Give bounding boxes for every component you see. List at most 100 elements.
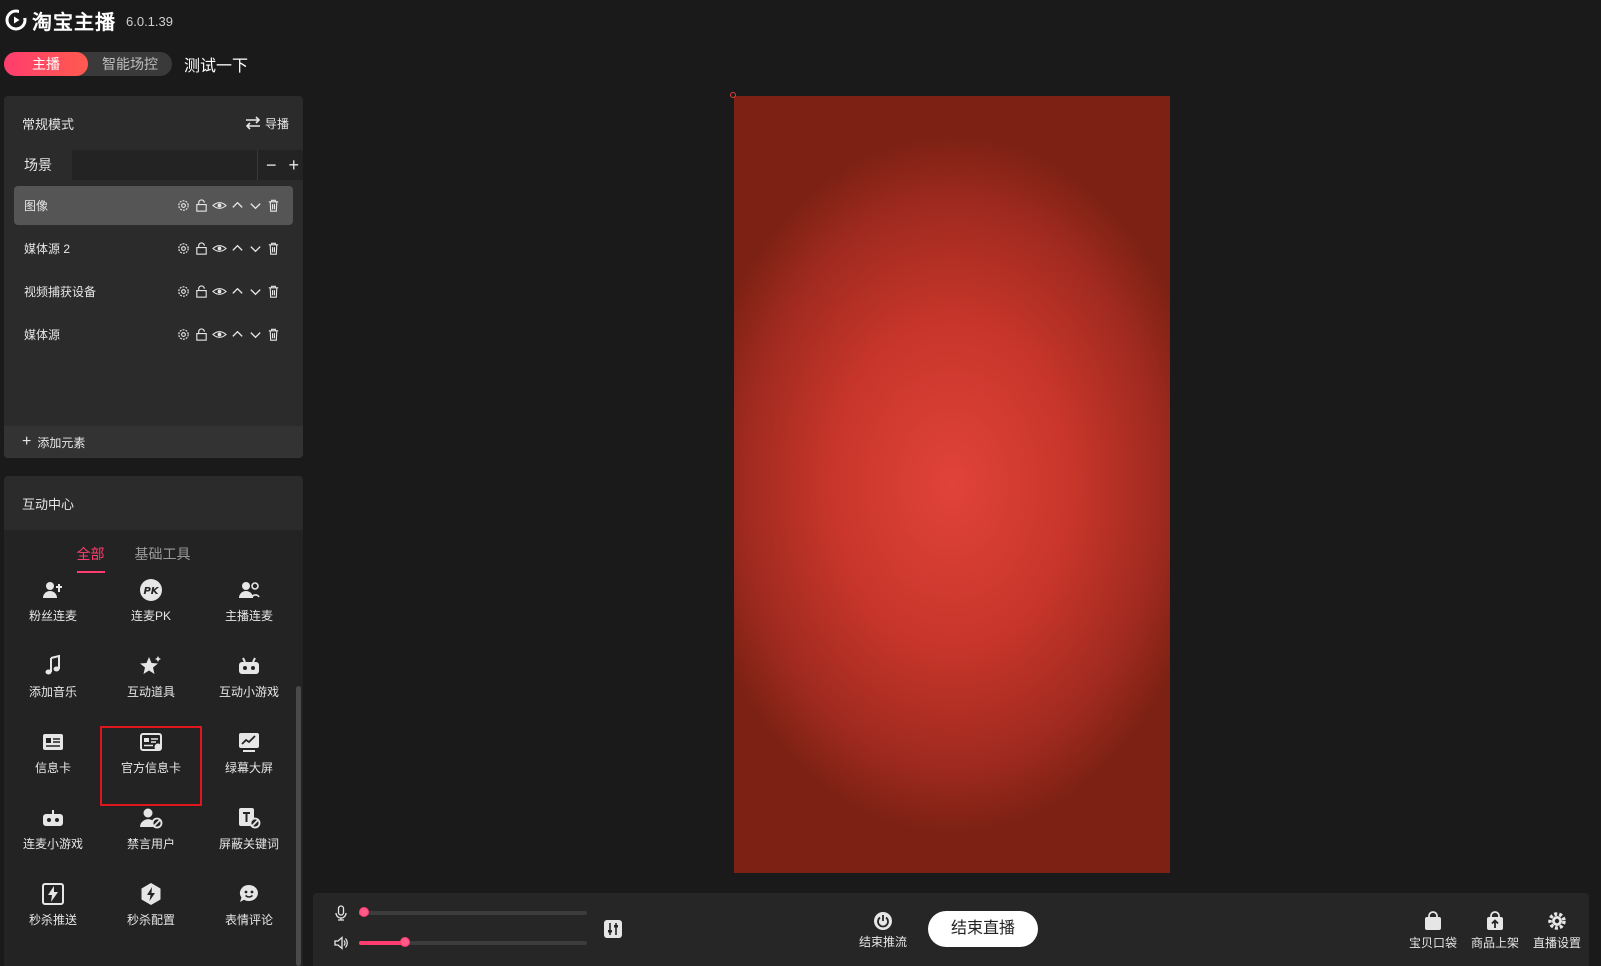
- chevron-down-icon[interactable]: [248, 198, 263, 213]
- source-item[interactable]: 图像: [14, 186, 293, 225]
- game-controller-icon: [239, 657, 259, 674]
- add-scene-icon[interactable]: +: [288, 150, 299, 180]
- bottom-bar: 结束推流 结束直播 宝贝口袋 商品上架 直播设置: [313, 893, 1589, 966]
- lock-icon[interactable]: [194, 198, 209, 213]
- mute-user-icon: [140, 808, 163, 829]
- source-actions: [176, 198, 281, 213]
- chevron-up-icon[interactable]: [230, 198, 245, 213]
- mic-slider-knob[interactable]: [358, 907, 369, 917]
- eye-icon[interactable]: [212, 241, 227, 256]
- tool-flash-sale-push[interactable]: 秒杀推送: [4, 880, 102, 956]
- lock-icon[interactable]: [194, 284, 209, 299]
- tool-label: 连麦小游戏: [22, 837, 83, 851]
- mode-anchor-tab[interactable]: 主播: [4, 52, 88, 76]
- lock-icon[interactable]: [194, 327, 209, 342]
- chevron-up-icon[interactable]: [230, 327, 245, 342]
- chevron-down-icon[interactable]: [248, 241, 263, 256]
- tool-label: 禁言用户: [126, 837, 175, 851]
- tool-mini-game[interactable]: 互动小游戏: [200, 652, 298, 728]
- volume-slider[interactable]: [359, 937, 587, 947]
- tool-pk[interactable]: PK 连麦PK: [102, 576, 200, 652]
- tool-green-screen[interactable]: 绿幕大屏: [200, 728, 298, 804]
- app-version: 6.0.1.39: [126, 13, 173, 29]
- tool-label: 信息卡: [34, 761, 71, 775]
- add-element-button[interactable]: + 添加元素: [4, 426, 303, 458]
- tool-label: 官方信息卡: [120, 761, 181, 775]
- mode-smart-control-tab[interactable]: 智能场控: [88, 52, 172, 76]
- list-product-button[interactable]: 商品上架: [1471, 911, 1519, 951]
- source-item[interactable]: 媒体源 2: [14, 229, 293, 268]
- remove-scene-icon[interactable]: −: [266, 150, 277, 180]
- app-title: 淘宝主播: [32, 11, 116, 34]
- tool-add-music[interactable]: 添加音乐: [4, 652, 102, 728]
- tool-block-keyword[interactable]: 屏蔽关键词: [200, 804, 298, 880]
- eye-icon[interactable]: [212, 198, 227, 213]
- scene-tabs: 场景 − +: [4, 150, 303, 180]
- official-info-card-icon: [140, 733, 162, 751]
- chevron-up-icon[interactable]: [230, 241, 245, 256]
- trash-icon[interactable]: [266, 284, 281, 299]
- volume-slider-knob[interactable]: [399, 937, 410, 947]
- stop-push-button[interactable]: 结束推流: [859, 911, 907, 950]
- scene-panel-header: 常规模式 导播: [4, 96, 303, 150]
- green-screen-icon: [239, 733, 259, 752]
- end-live-button[interactable]: 结束直播: [928, 911, 1038, 947]
- source-actions: [176, 241, 281, 256]
- tool-connect-game[interactable]: 连麦小游戏: [4, 804, 102, 880]
- tab-basic-tools[interactable]: 基础工具: [135, 544, 191, 568]
- product-bag-label: 宝贝口袋: [1409, 936, 1458, 950]
- source-item[interactable]: 媒体源: [14, 315, 293, 354]
- scene-tools: − +: [256, 150, 299, 180]
- add-element-label: 添加元素: [37, 435, 86, 450]
- mode-row: 主播 智能场控 测试一下: [4, 52, 248, 76]
- tool-scrollbar[interactable]: [296, 686, 301, 966]
- mic-slider[interactable]: [358, 907, 587, 917]
- scene-tab[interactable]: 场景: [4, 150, 72, 180]
- trash-icon[interactable]: [266, 327, 281, 342]
- trash-icon[interactable]: [266, 198, 281, 213]
- svg-text:PK: PK: [143, 586, 159, 597]
- gear-icon[interactable]: [176, 241, 191, 256]
- microphone-icon[interactable]: [333, 905, 349, 921]
- emoji-comment-icon: [239, 884, 258, 902]
- plus-icon: +: [22, 433, 32, 450]
- connect-game-icon: [43, 810, 63, 826]
- tool-anchor-connect[interactable]: 主播连麦: [200, 576, 298, 652]
- eye-icon[interactable]: [212, 284, 227, 299]
- tool-fan-connect[interactable]: 粉丝连麦: [4, 576, 102, 652]
- tool-label: 互动道具: [126, 685, 175, 699]
- tool-mute-user[interactable]: 禁言用户: [102, 804, 200, 880]
- flash-sale-config-icon: [141, 883, 161, 905]
- list-product-label: 商品上架: [1471, 936, 1520, 950]
- gear-icon[interactable]: [176, 198, 191, 213]
- product-bag-button[interactable]: 宝贝口袋: [1409, 911, 1457, 951]
- tool-official-info-card[interactable]: 官方信息卡: [100, 726, 202, 806]
- trash-icon[interactable]: [266, 241, 281, 256]
- interaction-tabs: 全部 基础工具: [4, 530, 303, 576]
- tab-all[interactable]: 全部: [76, 544, 105, 573]
- audio-mixer-icon[interactable]: [603, 919, 623, 939]
- chevron-down-icon[interactable]: [248, 284, 263, 299]
- lock-icon[interactable]: [194, 241, 209, 256]
- chevron-down-icon[interactable]: [248, 327, 263, 342]
- swap-icon: [245, 116, 261, 130]
- source-label: 视频捕获设备: [24, 285, 97, 299]
- live-settings-button[interactable]: 直播设置: [1533, 911, 1581, 951]
- director-switch-button[interactable]: 导播: [245, 115, 289, 132]
- volume-row: [333, 935, 587, 951]
- tool-flash-sale-config[interactable]: 秒杀配置: [102, 880, 200, 956]
- source-item[interactable]: 视频捕获设备: [14, 272, 293, 311]
- chevron-up-icon[interactable]: [230, 284, 245, 299]
- tool-label: 互动小游戏: [218, 685, 279, 699]
- tool-emoji-comment[interactable]: 表情评论: [200, 880, 298, 956]
- tool-info-card[interactable]: 信息卡: [4, 728, 102, 804]
- upload-bag-icon: [1487, 911, 1503, 930]
- source-actions: [176, 327, 281, 342]
- preview-resize-handle[interactable]: [730, 92, 736, 98]
- tool-interactive-props[interactable]: 互动道具: [102, 652, 200, 728]
- speaker-icon[interactable]: [333, 935, 349, 951]
- live-preview[interactable]: [734, 96, 1170, 873]
- gear-icon[interactable]: [176, 284, 191, 299]
- gear-icon[interactable]: [176, 327, 191, 342]
- eye-icon[interactable]: [212, 327, 227, 342]
